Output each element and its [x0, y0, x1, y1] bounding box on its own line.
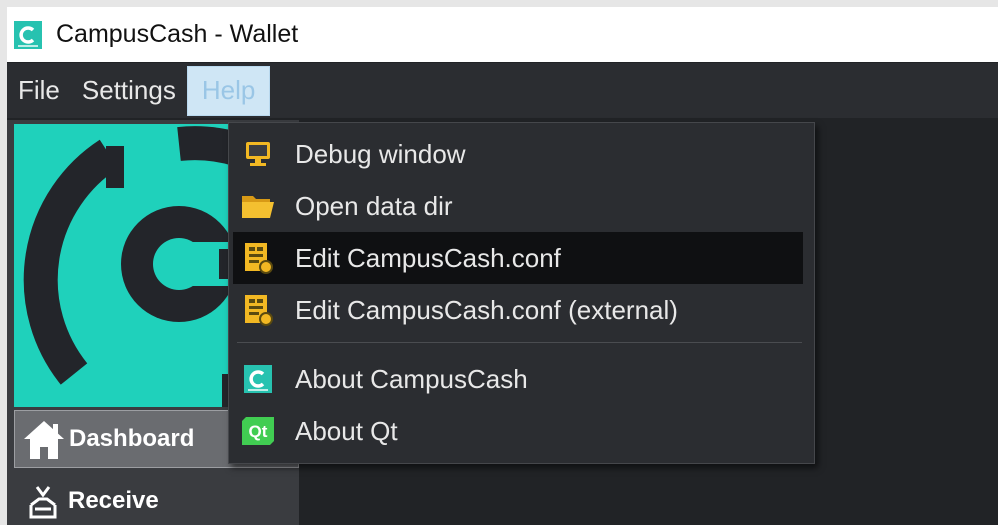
- menu-bar: File Settings Help: [7, 63, 998, 118]
- config-file-icon: [237, 289, 279, 331]
- menu-item-edit-conf[interactable]: Edit CampusCash.conf: [233, 232, 803, 284]
- home-icon: [19, 414, 69, 464]
- qt-badge-text: Qt: [249, 422, 268, 441]
- window-title: CampusCash - Wallet: [56, 20, 299, 48]
- menu-item-label: About Qt: [295, 415, 398, 446]
- qt-logo-icon: Qt: [237, 410, 279, 452]
- menu-item-about-qt[interactable]: Qt About Qt: [233, 405, 803, 457]
- menu-item-label: Open data dir: [295, 190, 453, 221]
- menu-settings[interactable]: Settings: [71, 66, 187, 116]
- monitor-icon: [237, 133, 279, 175]
- nav-dashboard-label: Dashboard: [69, 425, 195, 452]
- menu-item-label: About CampusCash: [295, 363, 528, 394]
- config-file-icon: [237, 237, 279, 279]
- menu-item-about-campuscash[interactable]: About CampusCash: [233, 353, 803, 405]
- menu-item-label: Edit CampusCash.conf: [295, 242, 561, 273]
- menu-item-debug-window[interactable]: Debug window: [233, 128, 803, 180]
- title-bar[interactable]: CampusCash - Wallet: [7, 7, 998, 62]
- campuscash-app-icon: [14, 20, 42, 49]
- menu-help[interactable]: Help: [186, 65, 271, 116]
- menu-item-label: Edit CampusCash.conf (external): [295, 294, 678, 325]
- menu-item-label: Debug window: [295, 138, 466, 169]
- campuscash-logo-icon: [237, 358, 279, 400]
- menu-file[interactable]: File: [7, 66, 71, 116]
- app-window: CampusCash - Wallet File Settings Help D…: [7, 7, 998, 525]
- menu-item-open-data-dir[interactable]: Open data dir: [233, 180, 803, 232]
- receive-icon: [18, 476, 68, 525]
- nav-receive-button[interactable]: Receive: [14, 473, 297, 525]
- menu-item-edit-conf-external[interactable]: Edit CampusCash.conf (external): [233, 284, 803, 336]
- nav-receive-label: Receive: [68, 487, 159, 514]
- menu-separator: [237, 342, 802, 343]
- folder-icon: [237, 185, 279, 227]
- help-dropdown-menu: Debug window Open data dir Edit CampusCa…: [228, 122, 815, 464]
